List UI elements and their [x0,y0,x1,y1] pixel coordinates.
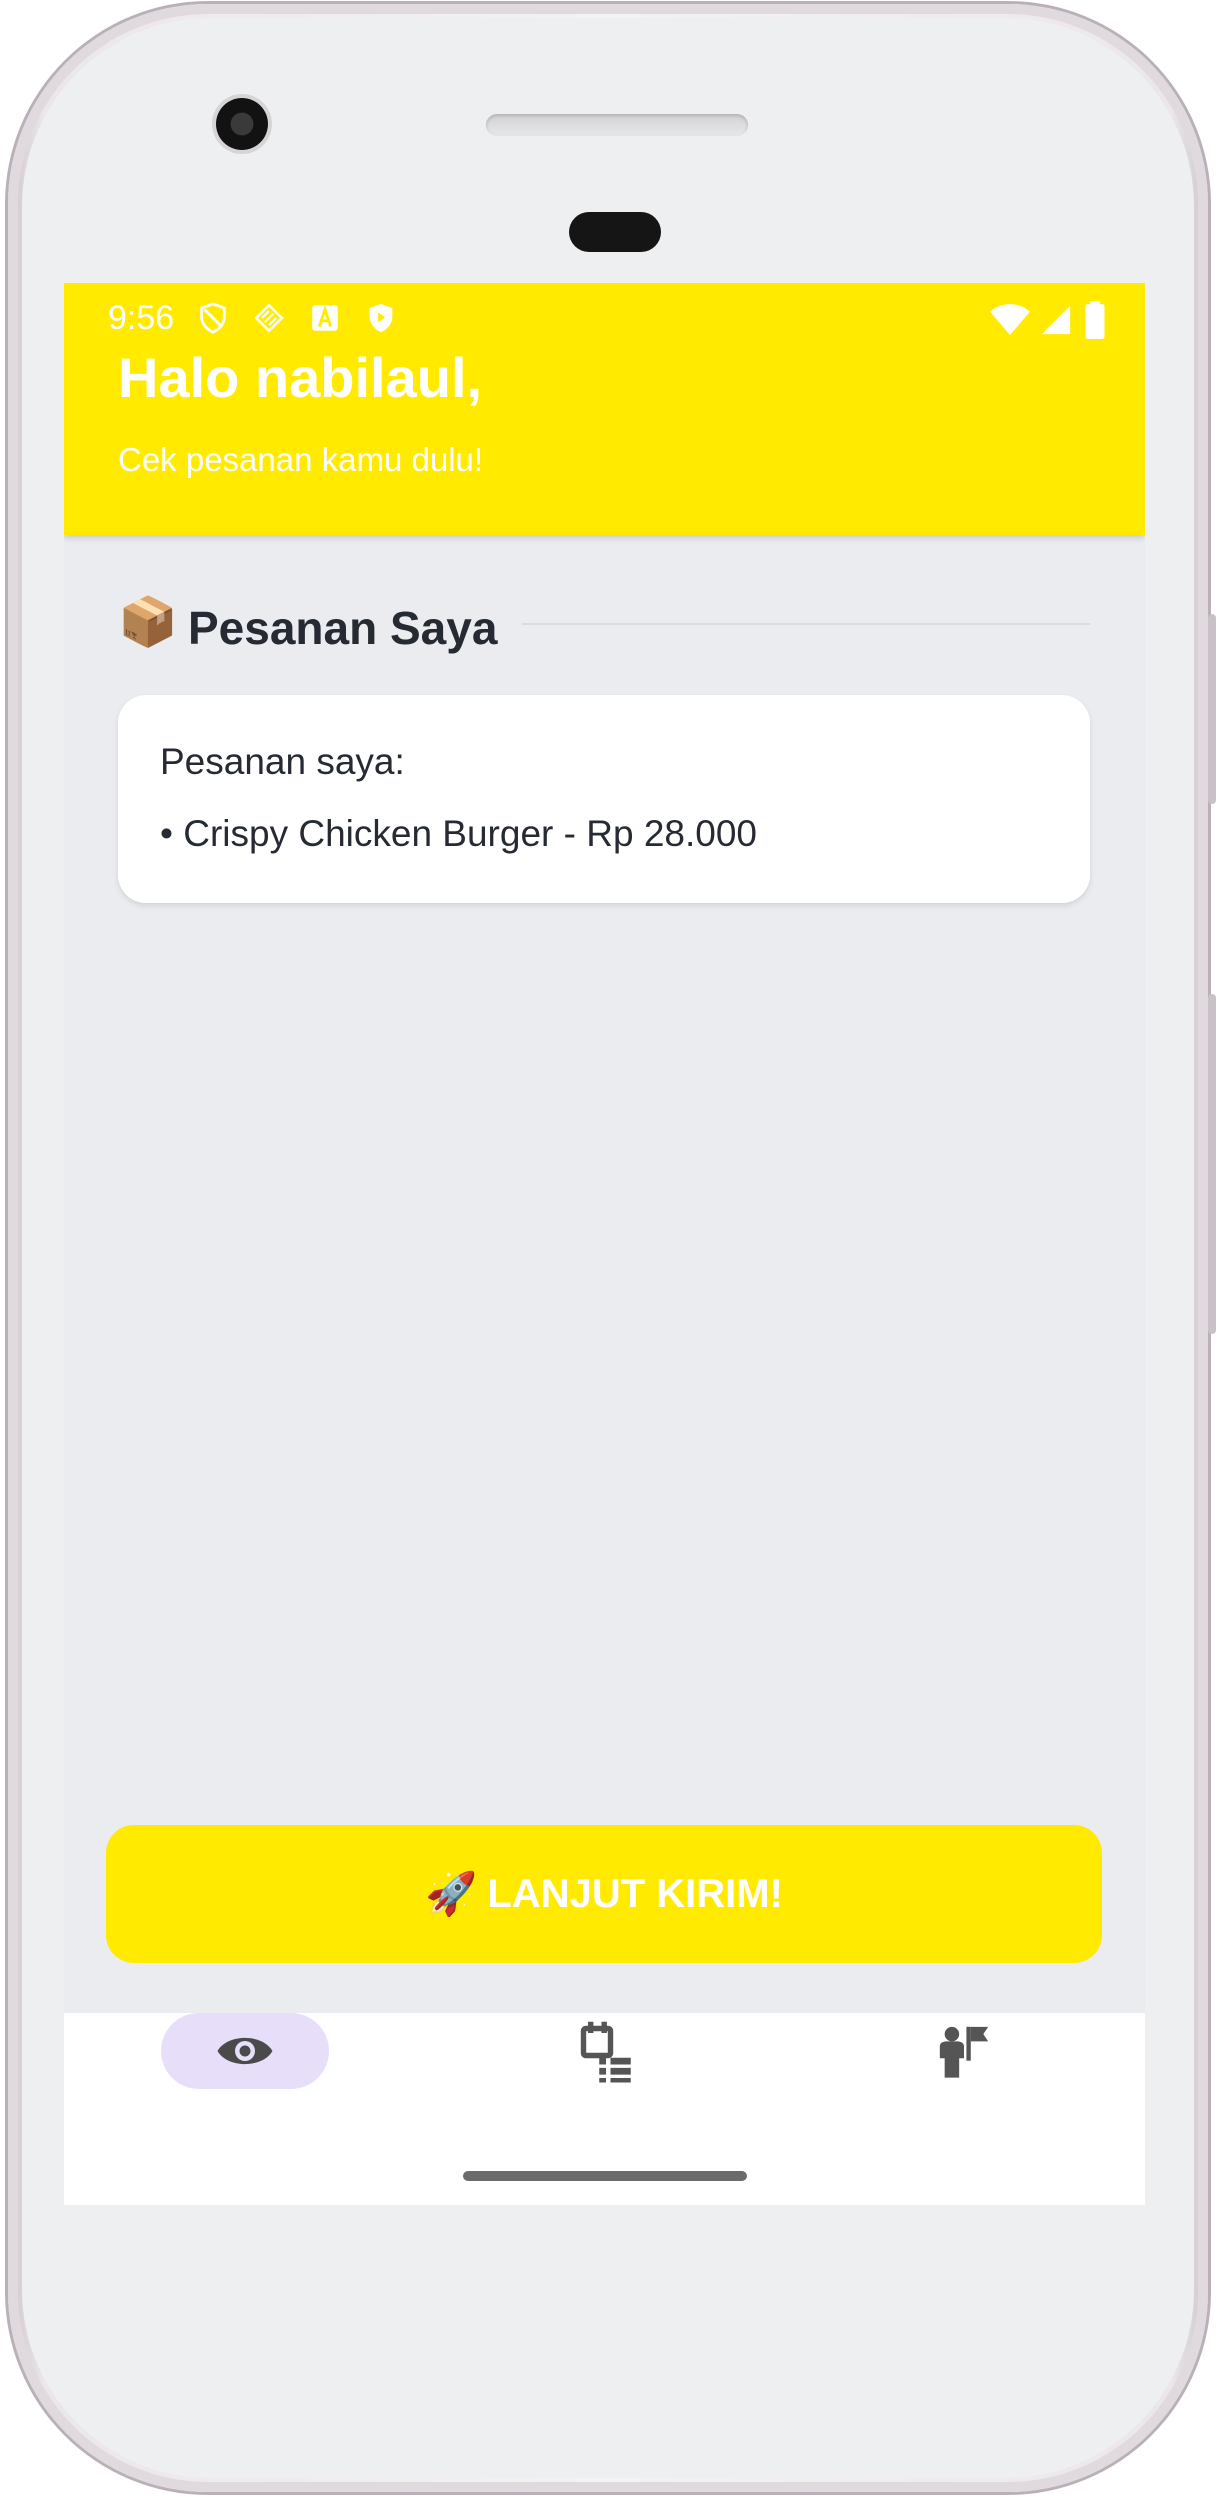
rocket-icon: 🚀 [425,1869,478,1917]
signal-icon [1041,305,1071,335]
order-card-heading: Pesanan saya: [160,741,405,782]
wifi-icon [990,304,1030,335]
power-button [1208,614,1216,804]
greeting-subtitle: Cek pesanan kamu dulu! [118,441,484,478]
status-right-icons [990,301,1108,339]
app-a-icon [312,305,338,331]
status-bar: 9:56 [108,293,1108,343]
nav-item-profile[interactable] [892,2013,1036,2089]
order-card: Pesanan saya: • Crispy Chicken Burger - … [118,695,1090,903]
battery-icon [1085,301,1105,339]
continue-send-label: LANJUT KIRIM! [487,1871,783,1916]
vpn-shield-icon [200,302,226,334]
schedule-list-icon [580,2021,631,2083]
package-icon: 📦 [118,596,178,649]
continue-send-button[interactable]: 🚀 LANJUT KIRIM! [106,1825,1102,1963]
eye-icon [217,2037,273,2065]
section-header: 📦 Pesanan Saya [118,593,1090,654]
bottom-navigation [64,2013,1145,2205]
cast-icon [254,303,284,333]
greeting-title: Halo nabilaul, [118,346,483,409]
app-screen: 9:56 Halo nabilaul, Cek pesanan kamu dul… [64,283,1145,2205]
nav-item-schedule[interactable] [534,2013,678,2089]
status-time: 9:56 [108,299,175,337]
proximity-sensor [569,212,661,252]
status-left-icons [196,301,398,335]
nav-item-overview[interactable] [161,2013,329,2089]
gesture-bar[interactable] [463,2171,747,2181]
volume-button [1208,994,1216,1334]
order-item: • Crispy Chicken Burger - Rp 28.000 [160,813,757,854]
header: 9:56 Halo nabilaul, Cek pesanan kamu dul… [64,283,1145,535]
section-divider [522,623,1090,625]
play-protect-icon [369,303,393,333]
section-title: Pesanan Saya [188,602,498,654]
person-flag-icon [939,2026,989,2078]
earpiece-speaker [486,114,748,136]
front-camera [216,98,268,150]
